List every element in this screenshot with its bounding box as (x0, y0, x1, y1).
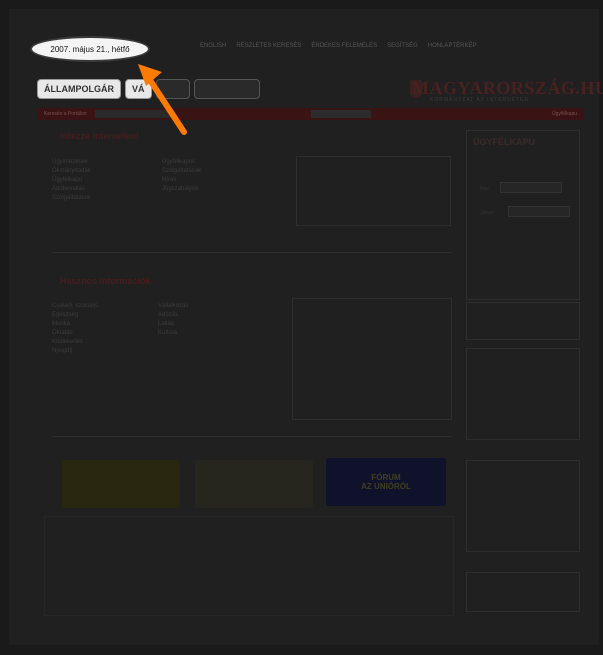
search-select[interactable] (310, 110, 371, 118)
banner-2[interactable] (195, 460, 313, 508)
list-item[interactable]: Adózás (158, 311, 188, 320)
search-bar: Keresés a Portálon Ügyfélkapu (38, 108, 583, 120)
list-item[interactable]: Kultúra (158, 329, 188, 338)
banner-eu-line2: AZ UNIÓRÓL (361, 482, 411, 491)
list-item[interactable]: Ügyfélkapus (162, 158, 201, 167)
list-item[interactable]: Jogszabályok (162, 185, 201, 194)
password-input[interactable] (508, 206, 570, 217)
sidebar-box-4 (466, 460, 580, 552)
ugyfelkapu-link[interactable]: Ügyfélkapu (552, 111, 577, 117)
top-link-english[interactable]: ENGLISH (200, 43, 226, 49)
banner-eu-forum[interactable]: FÓRUM AZ UNIÓRÓL (326, 458, 446, 506)
list-item[interactable]: Egészség (52, 311, 98, 320)
site-logo-subtitle: KORMÁNYZAT AZ INTERNETEN (430, 97, 530, 103)
top-link-sitemap[interactable]: HONLAPTÉRKÉP (428, 43, 477, 49)
news-list-area (44, 516, 454, 616)
divider (52, 436, 452, 437)
tab-citizen[interactable]: ÁLLAMPOLGÁR (37, 79, 121, 99)
top-links: ENGLISH RÉSZLETES KERESÉS ÉRDEKES FELEME… (200, 43, 476, 49)
sidebar-box-3 (466, 348, 580, 440)
section-title-intezze: Intézze interneten! (60, 131, 140, 141)
list-col-2: Ügyfélkapus Szolgáltatások Hírek Jogszab… (162, 158, 201, 194)
list-col-1: Ügyintézések Okmányirodák Ügyfélkapu Adó… (52, 158, 91, 203)
list-col-3: Családi, szociális Egészség Munka Oktatá… (52, 302, 98, 356)
site-logo[interactable]: MAGYARORSZÁG.HU (412, 78, 603, 99)
banner-1[interactable] (62, 460, 180, 508)
username-input[interactable] (500, 182, 562, 193)
callout-arrow-icon (138, 64, 187, 135)
list-item[interactable]: Családi, szociális (52, 302, 98, 311)
news-box (296, 156, 451, 226)
section-title-info: Hasznos információk (60, 276, 151, 286)
sidebar-box-2 (466, 302, 580, 340)
list-item[interactable]: Közlekedés (52, 338, 98, 347)
search-label: Keresés a Portálon (44, 111, 87, 117)
list-item[interactable]: Munka (52, 320, 98, 329)
list-item[interactable]: Vállalkozás (158, 302, 188, 311)
divider (52, 252, 452, 253)
list-item[interactable]: Okmányirodák (52, 167, 91, 176)
top-link-search[interactable]: RÉSZLETES KERESÉS (236, 43, 301, 49)
list-item[interactable]: Ügyintézések (52, 158, 91, 167)
list-item[interactable]: Hírek (162, 176, 201, 185)
list-item[interactable]: Adóbevallás (52, 185, 91, 194)
tab-other-2[interactable] (193, 79, 260, 99)
list-item[interactable]: Szolgáltatások (52, 194, 91, 203)
date-label: 2007. május 21., hétfő (30, 36, 150, 62)
list-item[interactable]: Ügyfélkapu (52, 176, 91, 185)
ugyfelkapu-title: ÜGYFÉLKAPU (473, 137, 536, 147)
list-item[interactable]: Oktatás (52, 329, 98, 338)
top-link-feature[interactable]: ÉRDEKES FELEMELÉS (311, 43, 377, 49)
list-item[interactable]: Nyugdíj (52, 347, 98, 356)
top-link-help[interactable]: SEGÍTSÉG (387, 43, 418, 49)
list-item[interactable]: Lakás (158, 320, 188, 329)
list-col-4: Vállalkozás Adózás Lakás Kultúra (158, 302, 188, 338)
user-label: Név (480, 186, 489, 192)
links-box (292, 298, 452, 420)
list-item[interactable]: Szolgáltatások (162, 167, 201, 176)
sidebar-box-5 (466, 572, 580, 612)
pass-label: Jelszó (480, 210, 495, 216)
banner-eu-line1: FÓRUM (371, 473, 401, 482)
